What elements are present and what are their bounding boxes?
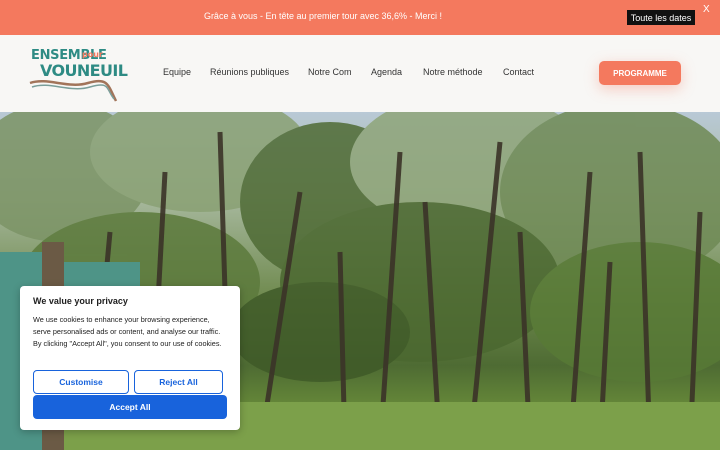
logo-swoosh-icon (29, 79, 118, 102)
accept-all-button[interactable]: Accept All (33, 395, 227, 419)
site-header: ENSEMBLE pour VOUNEUIL PROGRAMME (0, 35, 720, 112)
nav-item-methode[interactable]: Notre méthode (423, 67, 483, 77)
customise-button[interactable]: Customise (33, 370, 129, 394)
close-announcement-button[interactable]: X (703, 4, 710, 15)
nav-item-reunions[interactable]: Réunions publiques (210, 67, 289, 77)
announcement-text: Grâce à vous - En tête au premier tour a… (203, 11, 443, 21)
cookie-consent-dialog: We value your privacy We use cookies to … (20, 286, 240, 430)
all-dates-button[interactable]: Toute les dates (627, 10, 695, 25)
nav-item-equipe[interactable]: Equipe (163, 67, 191, 77)
site-logo[interactable]: ENSEMBLE pour VOUNEUIL (28, 45, 128, 103)
nav-item-contact[interactable]: Contact (503, 67, 534, 77)
cookie-title: We value your privacy (33, 296, 128, 306)
logo-text-pour: pour (82, 50, 103, 59)
nav-item-notre-com[interactable]: Notre Com (308, 67, 352, 77)
nav-item-agenda[interactable]: Agenda (371, 67, 402, 77)
reject-all-button[interactable]: Reject All (134, 370, 223, 394)
announcement-bar: Grâce à vous - En tête au premier tour a… (0, 0, 720, 35)
programme-button[interactable]: PROGRAMME (599, 61, 681, 85)
cookie-description: We use cookies to enhance your browsing … (33, 315, 222, 348)
